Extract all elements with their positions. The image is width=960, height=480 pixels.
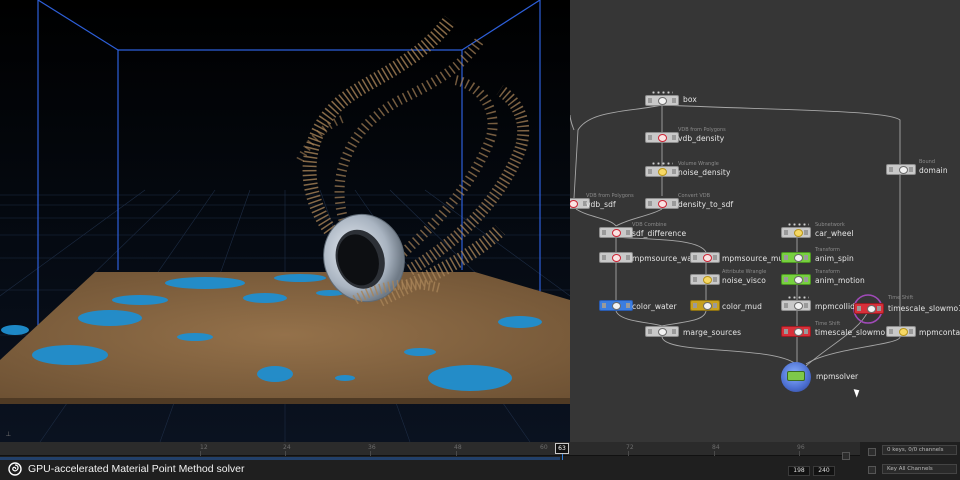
- node-wires: [570, 104, 901, 367]
- playhead[interactable]: [562, 454, 563, 460]
- node-label: anim_motion: [815, 276, 865, 285]
- node-type-label: Time Shift: [888, 295, 914, 301]
- node-label: vdb_sdf: [586, 200, 616, 209]
- keys-dropdown[interactable]: 0 keys, 0/0 channels: [882, 445, 957, 455]
- tick-label: 36: [368, 444, 376, 451]
- current-frame-indicator[interactable]: 63: [555, 443, 569, 454]
- node-type-label: Time Shift: [815, 321, 841, 327]
- range-start-field[interactable]: 198: [788, 466, 810, 476]
- tick-label: 60: [540, 444, 548, 451]
- houdini-logo-icon: [8, 462, 22, 476]
- node-type-label: Subnetwork: [815, 222, 845, 228]
- node-type-label: Transform: [815, 247, 840, 253]
- node-label: marge_sources: [683, 328, 742, 337]
- node-label: density_to_sdf: [678, 200, 734, 209]
- tick-label: 72: [626, 444, 634, 451]
- tick-label: 84: [712, 444, 720, 451]
- node-type-label: Bound: [919, 159, 936, 165]
- timeline-bar: 12 24 36 48 60 72 84 96 63 GPU-accelerat…: [0, 442, 960, 480]
- node-label: box: [683, 95, 697, 104]
- node-type-label: Volume Wrangle: [678, 161, 719, 167]
- video-caption: GPU-accelerated Material Point Method so…: [8, 460, 245, 478]
- viewport-scene: ⟂: [0, 0, 570, 442]
- tick-label: 96: [797, 444, 805, 451]
- node-label: sdf_difference: [632, 229, 687, 238]
- tick-label: 12: [200, 444, 208, 451]
- network-editor[interactable]: box VDB from Polygons vdb_density Volume…: [570, 0, 960, 442]
- frame-ruler[interactable]: 12 24 36 48 60 72 84 96: [0, 442, 860, 456]
- node-type-label: VDB from Polygons: [586, 193, 634, 199]
- key-icon[interactable]: [842, 452, 850, 460]
- node-label: domain: [919, 166, 948, 175]
- node-label: timescale_slowmo: [815, 328, 886, 337]
- node-label: car_wheel: [815, 229, 854, 238]
- node-type-label: Convert VDB: [678, 193, 711, 199]
- node-label: noise_visco: [722, 276, 766, 285]
- node-label: mpmcontaine: [919, 328, 960, 337]
- node-label: vdb_density: [678, 134, 725, 143]
- key-channels-button[interactable]: Key All Channels: [882, 464, 957, 474]
- tick-label: 24: [283, 444, 291, 451]
- node-label: anim_spin: [815, 254, 854, 263]
- node-label: timescale_slowmo1: [888, 304, 960, 313]
- node-type-label: Attribute Wrangle: [722, 269, 767, 275]
- node-type-label: Transform: [815, 269, 840, 275]
- axis-gizmo: ⟂: [6, 430, 11, 438]
- tick-label: 48: [454, 444, 462, 451]
- viewport-3d[interactable]: ⟂: [0, 0, 570, 442]
- node-label: noise_density: [678, 168, 731, 177]
- channel-icon[interactable]: [868, 448, 876, 456]
- range-end-field[interactable]: 240: [813, 466, 835, 476]
- node-mpmsolver[interactable]: [781, 362, 811, 392]
- timeline-tools: [840, 446, 876, 476]
- node-label: mpmsource_mud: [722, 254, 789, 263]
- lock-icon[interactable]: [868, 466, 876, 474]
- node-label: color_water: [632, 302, 677, 311]
- node-type-label: VDB Combine: [632, 222, 667, 228]
- node-type-label: VDB from Polygons: [678, 127, 726, 133]
- node-label: color_mud: [722, 302, 762, 311]
- frame-range-fields: 198 240: [788, 466, 835, 476]
- caption-text: GPU-accelerated Material Point Method so…: [28, 463, 245, 475]
- node-label: mpmsolver: [816, 372, 859, 381]
